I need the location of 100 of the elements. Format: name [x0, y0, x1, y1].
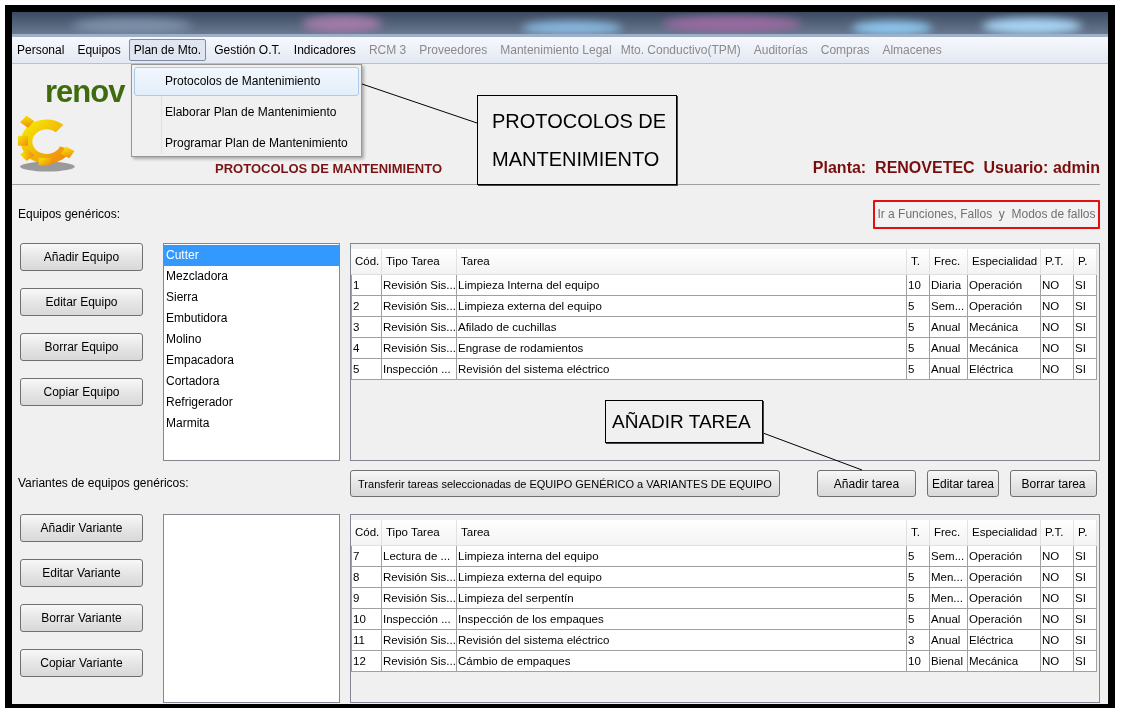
column-header: P.T.: [1041, 520, 1074, 545]
table-cell: Anual: [930, 359, 968, 380]
task-button[interactable]: Borrar tarea: [1010, 470, 1097, 497]
table-cell: Anual: [930, 317, 968, 338]
list-item[interactable]: Embutidora: [164, 308, 339, 329]
task-button[interactable]: Editar tarea: [927, 470, 999, 497]
logo-text: renov: [45, 73, 125, 111]
table-cell: Operación: [968, 567, 1041, 588]
variant-button[interactable]: Editar Variante: [20, 559, 143, 587]
column-header: Frec.: [930, 520, 968, 545]
transfer-button[interactable]: Transferir tareas seleccionadas de EQUIPO GENÉRICO a VARIANTES DE EQUIPO: [350, 470, 780, 497]
menu-item[interactable]: Programar Plan de Mantenimiento: [134, 129, 359, 158]
menu-item[interactable]: Indicadores: [288, 39, 361, 61]
table-cell: 8: [351, 567, 382, 588]
table-cell: NO: [1041, 609, 1074, 630]
table-cell: Limpieza Interna del equipo: [457, 275, 907, 296]
failure-modes-button[interactable]: Ir a Funciones, Fallos y Modos de fallos: [873, 199, 1100, 229]
column-header: Cód.: [351, 249, 382, 274]
table-cell: SI: [1074, 651, 1097, 672]
callout-box: PROTOCOLOS DE MANTENIMIENTO: [477, 95, 677, 185]
table-cell: 5: [907, 567, 930, 588]
table-cell: Operación: [968, 275, 1041, 296]
table-cell: Limpieza externa del equipo: [457, 296, 907, 317]
callout-box: AÑADIR TAREA: [605, 400, 763, 443]
table-cell: Revisión Sis...: [382, 317, 457, 338]
table-cell: Revisión Sis...: [382, 651, 457, 672]
table-cell: Anual: [930, 630, 968, 651]
menu-item[interactable]: Protocolos de Mantenimiento: [134, 67, 359, 96]
table-cell: 5: [907, 546, 930, 567]
variant-button[interactable]: Borrar Variante: [20, 604, 143, 632]
menu-item[interactable]: Gestión O.T.: [209, 39, 286, 61]
table-cell: Engrase de rodamientos: [457, 338, 907, 359]
equipment-button[interactable]: Editar Equipo: [20, 288, 143, 316]
table-cell: Inspección ...: [382, 359, 457, 380]
table-cell: 11: [351, 630, 382, 651]
table-cell: SI: [1074, 359, 1097, 380]
table-cell: SI: [1074, 296, 1097, 317]
list-item[interactable]: Molino: [164, 329, 339, 350]
table-cell: 2: [351, 296, 382, 317]
table-cell: SI: [1074, 338, 1097, 359]
menu-item[interactable]: Equipos: [72, 39, 126, 61]
column-header: Tipo Tarea: [382, 520, 457, 545]
table-cell: Inspección de los empaques: [457, 609, 907, 630]
table-cell: 4: [351, 338, 382, 359]
menu-item[interactable]: Personal: [12, 39, 70, 61]
table-cell: NO: [1041, 546, 1074, 567]
list-item[interactable]: Cortadora: [164, 371, 339, 392]
column-header: P.: [1074, 249, 1097, 274]
table-cell: Revisión del sistema eléctrico: [457, 359, 907, 380]
table-cell: 10: [907, 275, 930, 296]
table-cell: Inspección ...: [382, 609, 457, 630]
table-cell: Limpieza externa del equipo: [457, 567, 907, 588]
table-cell: Anual: [930, 609, 968, 630]
column-header: P.T.: [1041, 249, 1074, 274]
list-item[interactable]: Sierra: [164, 287, 339, 308]
column-header: T.: [907, 520, 930, 545]
column-header: Tarea: [457, 520, 907, 545]
table-cell: Revisión del sistema eléctrico: [457, 630, 907, 651]
table-cell: SI: [1074, 588, 1097, 609]
variant-button[interactable]: Añadir Variante: [20, 514, 143, 542]
column-header: Tarea: [457, 249, 907, 274]
table-cell: 5: [907, 338, 930, 359]
table-cell: Bienal: [930, 651, 968, 672]
menu-item[interactable]: Plan de Mto.: [128, 39, 207, 61]
table-cell: Revisión Sis...: [382, 275, 457, 296]
table-cell: NO: [1041, 359, 1074, 380]
table-cell: NO: [1041, 630, 1074, 651]
table-cell: 5: [907, 588, 930, 609]
equipment-button[interactable]: Borrar Equipo: [20, 333, 143, 361]
menu-item[interactable]: Elaborar Plan de Mantenimiento: [134, 98, 359, 127]
table-cell: Eléctrica: [968, 630, 1041, 651]
table-cell: SI: [1074, 567, 1097, 588]
table-cell: NO: [1041, 296, 1074, 317]
list-item[interactable]: Mezcladora: [164, 266, 339, 287]
table-cell: Limpieza del serpentín: [457, 588, 907, 609]
table-cell: Operación: [968, 296, 1041, 317]
table-cell: NO: [1041, 317, 1074, 338]
column-header: Especialidad: [968, 249, 1041, 274]
table-cell: SI: [1074, 609, 1097, 630]
table-cell: 5: [907, 317, 930, 338]
list-item[interactable]: Refrigerador: [164, 392, 339, 413]
table-cell: 10: [907, 651, 930, 672]
table-cell: SI: [1074, 317, 1097, 338]
equipment-button[interactable]: Copiar Equipo: [20, 378, 143, 406]
task-button[interactable]: Añadir tarea: [817, 470, 916, 497]
table-cell: 5: [907, 609, 930, 630]
table-cell: Sem...: [930, 546, 968, 567]
table-cell: Operación: [968, 588, 1041, 609]
list-item[interactable]: Marmita: [164, 413, 339, 434]
table-cell: NO: [1041, 651, 1074, 672]
list-item[interactable]: Empacadora: [164, 350, 339, 371]
table-cell: 3: [907, 630, 930, 651]
table-cell: Revisión Sis...: [382, 296, 457, 317]
table-cell: Mecánica: [968, 317, 1041, 338]
equipment-button[interactable]: Añadir Equipo: [20, 243, 143, 271]
variant-button[interactable]: Copiar Variante: [20, 649, 143, 677]
table-cell: Mecánica: [968, 338, 1041, 359]
table-cell: Lectura de ...: [382, 546, 457, 567]
table-cell: 7: [351, 546, 382, 567]
table-cell: 5: [907, 296, 930, 317]
